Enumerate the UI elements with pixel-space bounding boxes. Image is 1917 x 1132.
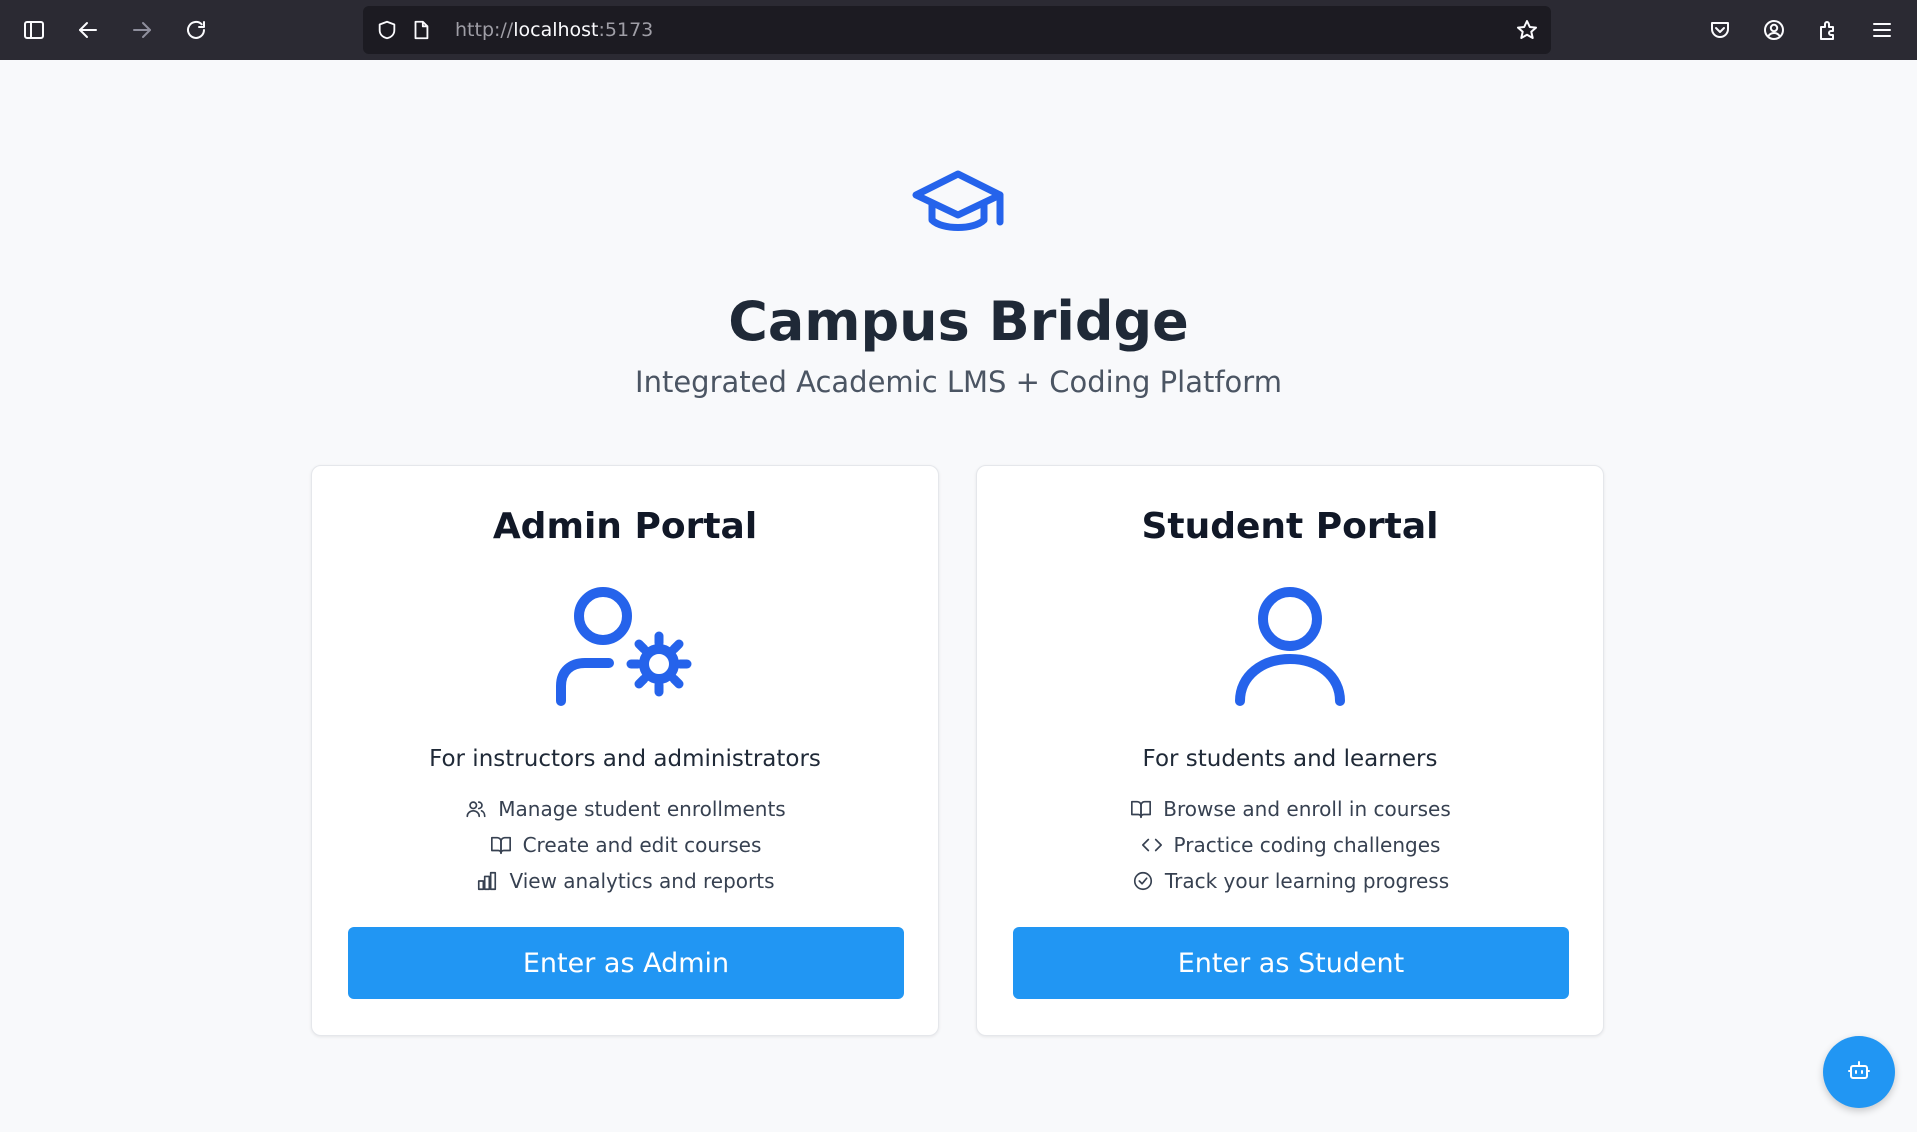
- browser-toolbar: http://localhost:5173: [0, 0, 1917, 60]
- book-open-icon: [489, 833, 513, 857]
- bot-icon: [1847, 1058, 1871, 1086]
- pocket-icon[interactable]: [1702, 12, 1738, 48]
- chatbot-button[interactable]: [1823, 1036, 1895, 1108]
- student-feature-list: Browse and enroll in courses Practice co…: [977, 791, 1603, 899]
- feature-label: View analytics and reports: [509, 869, 775, 893]
- reload-icon[interactable]: [178, 12, 214, 48]
- shield-icon[interactable]: [375, 18, 399, 42]
- sidebar-toggle-icon[interactable]: [16, 12, 52, 48]
- users-icon: [464, 797, 488, 821]
- enter-as-student-button[interactable]: Enter as Student: [1013, 927, 1569, 999]
- admin-feature-list: Manage student enrollments Create and ed…: [312, 791, 938, 899]
- admin-portal-card: Admin Portal For instructors and adminis…: [311, 465, 939, 1036]
- address-bar[interactable]: http://localhost:5173: [363, 6, 1551, 54]
- extensions-icon[interactable]: [1810, 12, 1846, 48]
- back-icon[interactable]: [70, 12, 106, 48]
- student-portal-card: Student Portal For students and learners…: [976, 465, 1604, 1036]
- account-icon[interactable]: [1756, 12, 1792, 48]
- feature-label: Track your learning progress: [1164, 869, 1450, 893]
- feature-label: Manage student enrollments: [498, 797, 786, 821]
- graduation-cap-icon: [912, 168, 1004, 248]
- menu-icon[interactable]: [1864, 12, 1900, 48]
- bar-chart-icon: [475, 869, 499, 893]
- code-icon: [1140, 833, 1164, 857]
- feature-label: Create and edit courses: [522, 833, 762, 857]
- list-item: Practice coding challenges: [977, 827, 1603, 863]
- page-subtitle: Integrated Academic LMS + Coding Platfor…: [635, 365, 1282, 399]
- enter-as-admin-button[interactable]: Enter as Admin: [348, 927, 904, 999]
- feature-label: Browse and enroll in courses: [1163, 797, 1451, 821]
- page-title: Campus Bridge: [728, 290, 1189, 353]
- book-open-icon: [1129, 797, 1153, 821]
- bookmark-star-icon[interactable]: [1515, 18, 1539, 42]
- forward-icon[interactable]: [124, 12, 160, 48]
- list-item: Browse and enroll in courses: [977, 791, 1603, 827]
- url-text[interactable]: http://localhost:5173: [455, 19, 653, 41]
- check-circle-icon: [1131, 869, 1155, 893]
- user-cog-icon: [312, 581, 938, 711]
- page-icon[interactable]: [409, 18, 433, 42]
- user-icon: [977, 581, 1603, 711]
- list-item: View analytics and reports: [312, 863, 938, 899]
- student-portal-description: For students and learners: [1142, 746, 1438, 772]
- admin-portal-description: For instructors and administrators: [429, 746, 821, 772]
- list-item: Track your learning progress: [977, 863, 1603, 899]
- list-item: Create and edit courses: [312, 827, 938, 863]
- student-portal-title: Student Portal: [1141, 506, 1439, 547]
- admin-portal-title: Admin Portal: [492, 506, 758, 547]
- list-item: Manage student enrollments: [312, 791, 938, 827]
- feature-label: Practice coding challenges: [1173, 833, 1441, 857]
